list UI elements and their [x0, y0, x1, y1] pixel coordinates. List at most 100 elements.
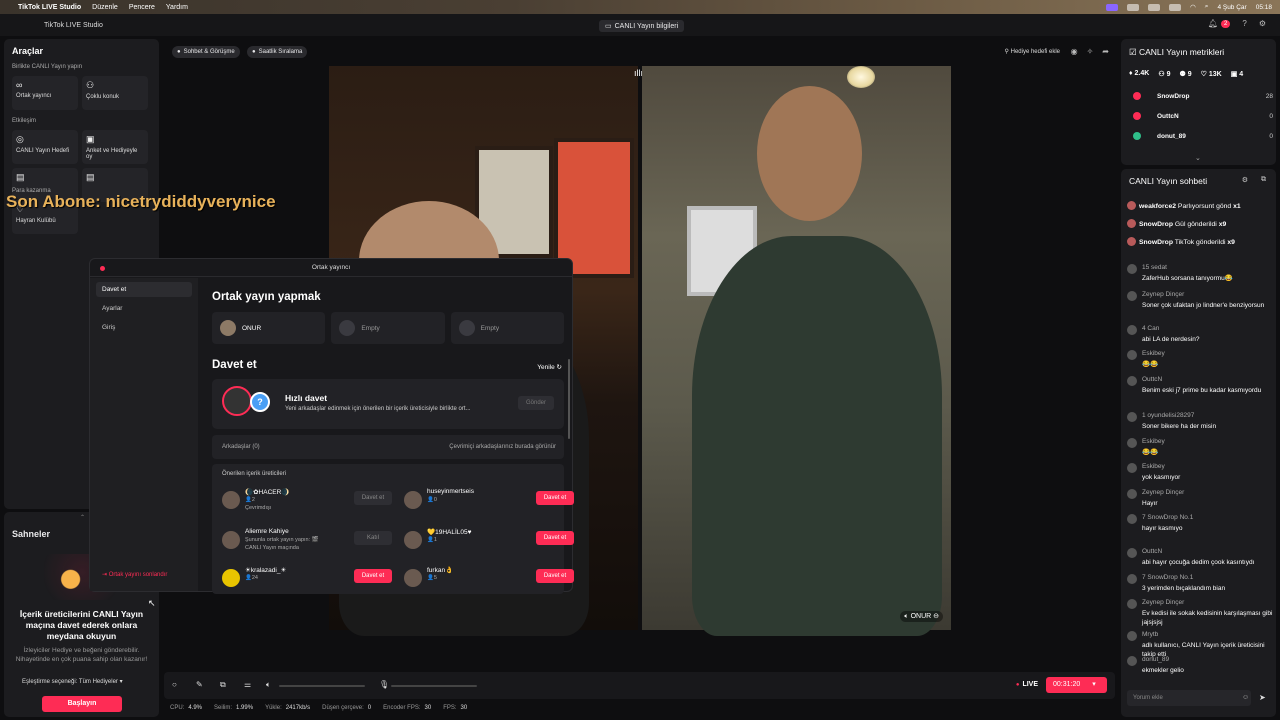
guest-label[interactable]: 🔈︎ ONUR ⊖ — [900, 611, 943, 622]
chat-text: yok kasmıyor — [1142, 474, 1181, 481]
side-invite[interactable]: Davet et — [96, 282, 192, 297]
wifi-icon[interactable]: ◠ — [1190, 3, 1196, 11]
emoji-icon[interactable]: ☺ — [1242, 694, 1249, 701]
record-icon[interactable]: ◉ — [1071, 47, 1078, 56]
chat-username: Eskibey — [1142, 350, 1165, 357]
join-button[interactable]: Katıl — [354, 531, 392, 545]
friends-count: Arkadaşlar (0) — [222, 444, 260, 450]
chat-chip[interactable]: ● Sohbet & Görüşme — [172, 46, 240, 58]
ranking-chip[interactable]: ● Saatlik Sıralama — [247, 46, 308, 58]
tray-icon[interactable] — [1148, 3, 1161, 11]
creator-status: CANLI Yayın maçında — [245, 545, 299, 551]
stat-encoder: Encoder FPS: 30 — [383, 705, 432, 711]
top-viewer-row[interactable]: donut_89 0 — [1133, 131, 1273, 143]
gift-goal-button[interactable]: ⚲ Hediye hedefi ekle — [1005, 48, 1060, 55]
sparkle-icon[interactable]: ✧ — [1087, 47, 1094, 56]
chevron-down-icon[interactable]: ⌄ — [1195, 154, 1201, 162]
chip-label: Saatlik Sıralama — [258, 49, 303, 55]
scrollbar[interactable] — [568, 359, 570, 439]
creator-name: Aliemre Kahiye — [245, 528, 289, 535]
chat-text: 😂😂 — [1142, 361, 1159, 368]
tool-poll[interactable]: ▣ Anket ve Hediyeyle oy — [82, 130, 148, 164]
comment-input[interactable]: Yorum ekle — [1127, 690, 1251, 706]
mic-icon[interactable]: 🎙︎ — [379, 680, 389, 689]
edit-icon[interactable]: ✎ — [196, 680, 203, 689]
slot-empty[interactable]: Empty — [450, 312, 564, 344]
end-co-host-button[interactable]: ⇥ Ortak yayını sonlandır — [102, 571, 167, 578]
chat-username: OuttcN — [1142, 548, 1163, 555]
stat-drop: Düşen çerçeve: 0 — [322, 705, 372, 711]
chat-icon: ● — [177, 49, 181, 55]
record-icon[interactable]: ○ — [172, 680, 177, 689]
menu-window[interactable]: Pencere — [129, 4, 155, 11]
start-button[interactable]: Başlayın — [42, 696, 122, 712]
bell-icon[interactable]: 🔔︎ — [1208, 19, 1218, 28]
slot-name: Empty — [361, 324, 380, 332]
tray-icon[interactable] — [1169, 3, 1182, 11]
menu-help[interactable]: Yardım — [166, 4, 188, 11]
menu-time[interactable]: 05:18 — [1256, 4, 1272, 11]
chevron-down-icon: ▾ — [119, 679, 123, 685]
mac-menu-bar: TikTok LIVE Studio Düzenle Pencere Yardı… — [0, 0, 1280, 14]
top-viewer-row[interactable]: SnowDrop 28 — [1133, 91, 1273, 103]
refresh-button[interactable]: Yenile ↻ — [537, 363, 562, 371]
share-icon[interactable]: ➦ — [1102, 47, 1109, 56]
exit-icon: ⇥ — [102, 572, 108, 578]
mic-slider[interactable] — [391, 685, 477, 687]
likes-metric: ♡ 13K — [1200, 71, 1222, 78]
settings-icon[interactable]: ⚙ — [1242, 176, 1248, 184]
close-dot[interactable] — [100, 266, 105, 271]
speaker-icon: 🔈︎ — [904, 613, 909, 620]
avatar — [1127, 463, 1137, 473]
slot-name: Empty — [480, 324, 500, 332]
invite-heading: Davet et — [212, 359, 257, 371]
gift-row: SnowDrop TikTok gönderildi x9 — [1127, 237, 1272, 251]
help-icon[interactable]: ? — [1242, 19, 1246, 28]
creator-row: 💛19HALİL05♥ 👤1 Davet et — [404, 528, 574, 558]
live-timer-button[interactable]: 00:31:20 ▾ — [1046, 677, 1107, 693]
live-info-button[interactable]: ▭ CANLI Yayın bilgileri — [599, 20, 685, 32]
slot-empty[interactable]: Empty — [331, 312, 445, 344]
live-info-label: CANLI Yayın bilgileri — [614, 22, 679, 30]
volume-icon[interactable]: 🔈︎ — [266, 680, 271, 690]
avatar — [1127, 599, 1137, 609]
top-viewer-row[interactable]: OuttcN 0 — [1133, 111, 1273, 123]
menu-date[interactable]: 4 Şub Çar — [1217, 4, 1246, 11]
collapse-icon[interactable]: ⌃ — [80, 514, 85, 521]
popout-icon[interactable]: ⧉ — [1261, 176, 1266, 184]
invite-button[interactable]: Davet et — [536, 569, 574, 583]
invite-button[interactable]: Davet et — [536, 491, 574, 505]
volume-slider[interactable] — [279, 685, 365, 687]
tray-icon[interactable] — [1106, 3, 1119, 11]
match-option-select[interactable]: Eşleştirme seçeneği: Tüm Hediyeler ▾ — [22, 678, 123, 685]
settings-icon[interactable]: ⚙ — [1259, 19, 1266, 28]
sliders-icon[interactable]: ⚌ — [244, 680, 251, 689]
menu-app[interactable]: TikTok LIVE Studio — [18, 4, 81, 11]
tool-co-host[interactable]: ∞ Ortak yayıncı — [12, 76, 78, 110]
send-icon[interactable]: ➤ — [1259, 693, 1266, 702]
avatar — [1127, 201, 1136, 210]
menu-edit[interactable]: Düzenle — [92, 4, 118, 11]
invite-button[interactable]: Davet et — [536, 531, 574, 545]
guest-video: 🔈︎ ONUR ⊖ — [642, 66, 951, 636]
section-label: Etkileşim — [12, 118, 37, 124]
tool-multi-guest[interactable]: ⚇ Çoklu konuk — [82, 76, 148, 110]
creator-row: Aliemre Kahiye Şununla ortak yayın yapın:… — [222, 528, 392, 558]
gift-row: SnowDrop Gül gönderildi x9 — [1127, 219, 1272, 233]
avatar — [1127, 412, 1137, 422]
side-entry[interactable]: Giriş — [96, 320, 192, 335]
tray-icon[interactable] — [1127, 3, 1140, 11]
side-settings[interactable]: Ayarlar — [96, 301, 192, 316]
chat-text: Soner bikere ha der misin — [1142, 423, 1217, 430]
invite-button[interactable]: Davet et — [354, 569, 392, 583]
creator-name: huseyinmertseis — [427, 488, 474, 495]
chip-label: Sohbet & Görüşme — [183, 49, 235, 55]
avatar — [1127, 237, 1136, 246]
search-icon[interactable]: ⌕ — [1205, 3, 1209, 11]
send-button[interactable]: Gönder — [518, 396, 554, 410]
slot-filled[interactable]: ONUR — [212, 312, 326, 344]
invite-button[interactable]: Davet et — [354, 491, 392, 505]
avatar — [404, 569, 422, 587]
tool-live-goal[interactable]: ◎ CANLI Yayın Hedefi — [12, 130, 78, 164]
layout-icon[interactable]: ⧉ — [220, 680, 226, 690]
